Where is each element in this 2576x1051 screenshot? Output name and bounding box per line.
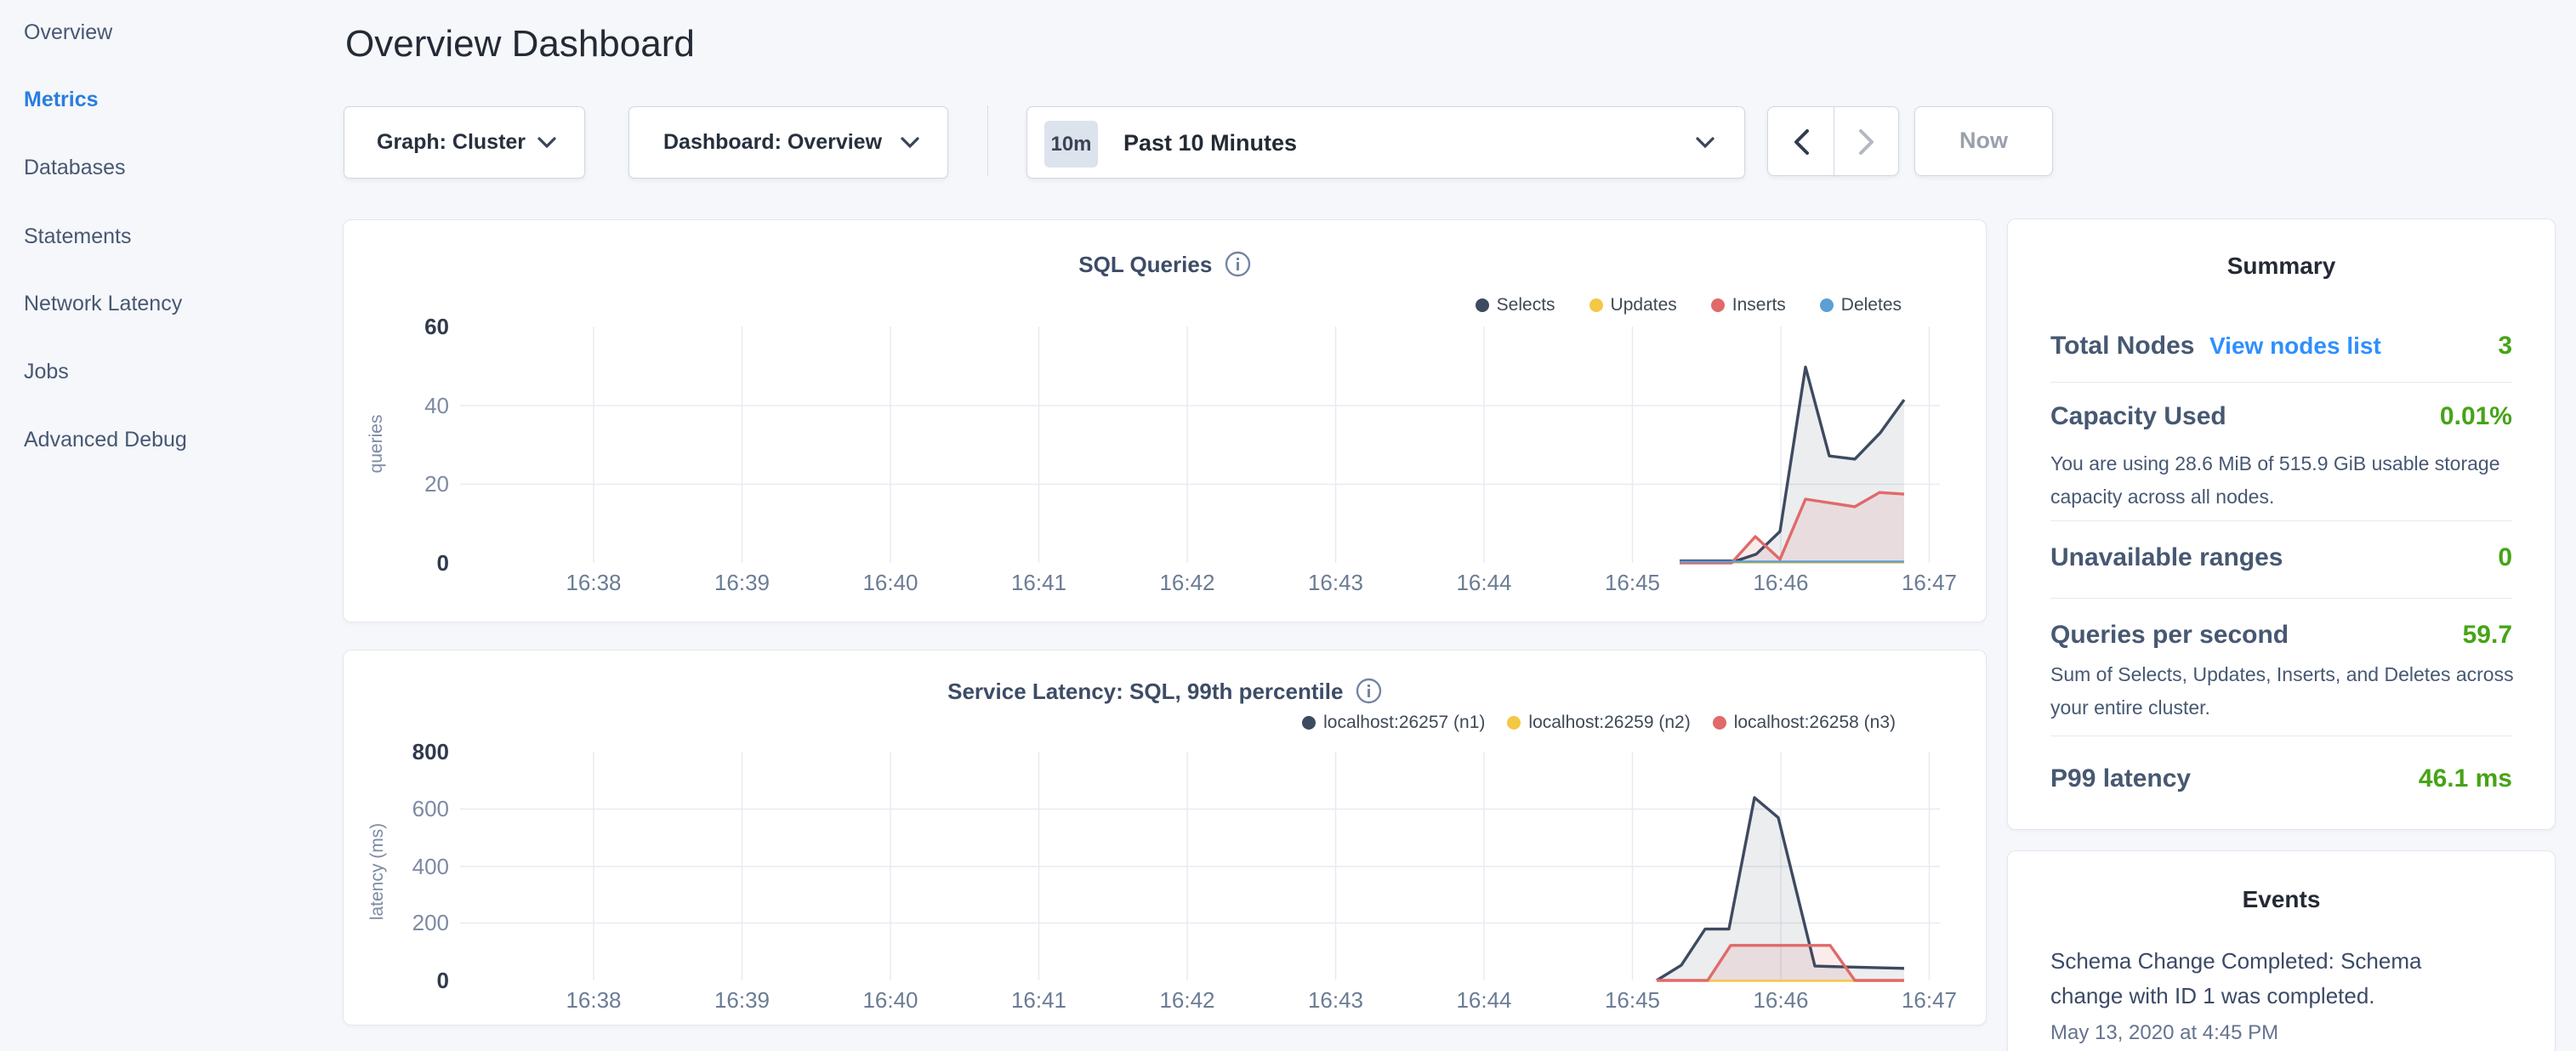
svg-text:200: 200 xyxy=(412,910,449,935)
svg-text:16:39: 16:39 xyxy=(714,570,770,595)
svg-text:0: 0 xyxy=(437,550,449,576)
svg-text:16:40: 16:40 xyxy=(862,987,918,1013)
svg-text:16:40: 16:40 xyxy=(862,570,918,595)
svg-text:queries: queries xyxy=(367,415,386,474)
svg-text:16:45: 16:45 xyxy=(1605,570,1660,595)
svg-text:latency (ms): latency (ms) xyxy=(367,823,387,920)
svg-text:20: 20 xyxy=(424,471,449,497)
svg-text:16:44: 16:44 xyxy=(1456,570,1511,595)
svg-text:0: 0 xyxy=(437,968,449,993)
svg-text:16:41: 16:41 xyxy=(1011,987,1066,1013)
svg-text:40: 40 xyxy=(424,393,449,418)
svg-text:16:47: 16:47 xyxy=(1902,570,1957,595)
svg-text:16:46: 16:46 xyxy=(1753,570,1808,595)
svg-text:600: 600 xyxy=(412,796,449,821)
svg-text:16:42: 16:42 xyxy=(1159,987,1214,1013)
svg-text:16:38: 16:38 xyxy=(566,987,621,1013)
svg-text:16:47: 16:47 xyxy=(1902,987,1957,1013)
svg-text:16:39: 16:39 xyxy=(714,987,770,1013)
svg-text:16:43: 16:43 xyxy=(1308,570,1363,595)
svg-text:16:42: 16:42 xyxy=(1159,570,1214,595)
svg-text:16:38: 16:38 xyxy=(566,570,621,595)
svg-text:16:44: 16:44 xyxy=(1456,987,1511,1013)
svg-text:800: 800 xyxy=(412,739,449,764)
svg-text:16:41: 16:41 xyxy=(1011,570,1066,595)
svg-text:16:43: 16:43 xyxy=(1308,987,1363,1013)
svg-text:16:45: 16:45 xyxy=(1605,987,1660,1013)
svg-text:400: 400 xyxy=(412,854,449,879)
svg-text:60: 60 xyxy=(424,314,449,339)
svg-text:16:46: 16:46 xyxy=(1753,987,1808,1013)
